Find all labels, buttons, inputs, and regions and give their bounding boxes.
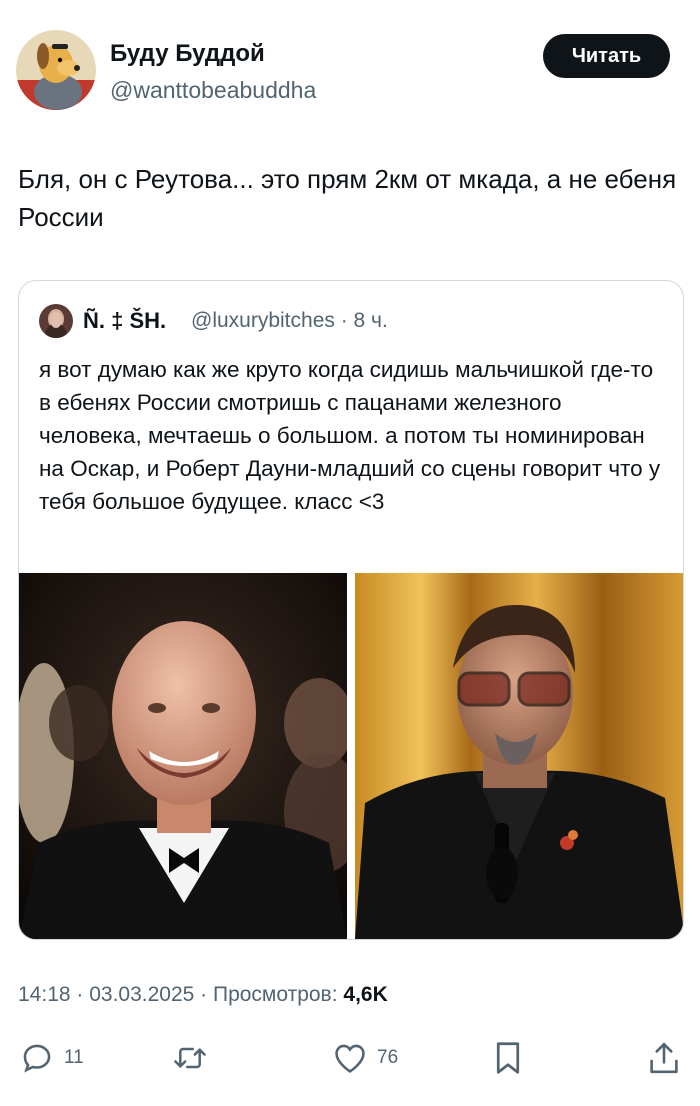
reply-icon [23, 1044, 51, 1073]
tweet-meta: 14:18 · 03.03.2025 · Просмотров: 4,6K [18, 983, 388, 1007]
author-avatar[interactable] [16, 30, 96, 110]
like-button[interactable]: 76 [333, 1038, 398, 1078]
share-button[interactable] [648, 1038, 680, 1078]
follow-button[interactable]: Читать [543, 34, 670, 78]
quoted-tweet[interactable]: Ñ. ‡ ŠH. @luxurybitches · 8 ч. я вот дум… [18, 280, 684, 940]
author-name[interactable]: Буду Буддой [110, 40, 265, 68]
reply-button[interactable]: 11 [20, 1038, 84, 1078]
quote-media[interactable] [19, 573, 683, 939]
quote-handle-time: @luxurybitches · 8 ч. [191, 309, 388, 332]
author-handle[interactable]: @wanttobeabuddha [110, 77, 316, 104]
quote-author-avatar[interactable] [39, 304, 73, 338]
retweet-button[interactable] [172, 1038, 208, 1078]
reply-count: 11 [64, 1047, 84, 1068]
quote-photo-left[interactable] [19, 573, 347, 939]
quote-photo-right[interactable] [355, 573, 683, 939]
view-count: 4,6K [343, 983, 388, 1006]
bookmark-button[interactable] [494, 1038, 522, 1078]
like-count: 76 [377, 1047, 399, 1068]
retweet-icon [174, 1047, 206, 1069]
bookmark-icon [496, 1042, 520, 1074]
tweet-text: Бля, он с Реутова... это прям 2км от мка… [18, 164, 677, 232]
quote-text: я вот думаю как же круто когда сидишь ма… [39, 357, 661, 514]
timestamp[interactable]: 14:18 · 03.03.2025 · Просмотров: [18, 983, 343, 1006]
heart-icon [335, 1044, 365, 1073]
quote-author-name[interactable]: Ñ. ‡ ŠH. [83, 308, 166, 334]
share-icon [650, 1042, 678, 1074]
